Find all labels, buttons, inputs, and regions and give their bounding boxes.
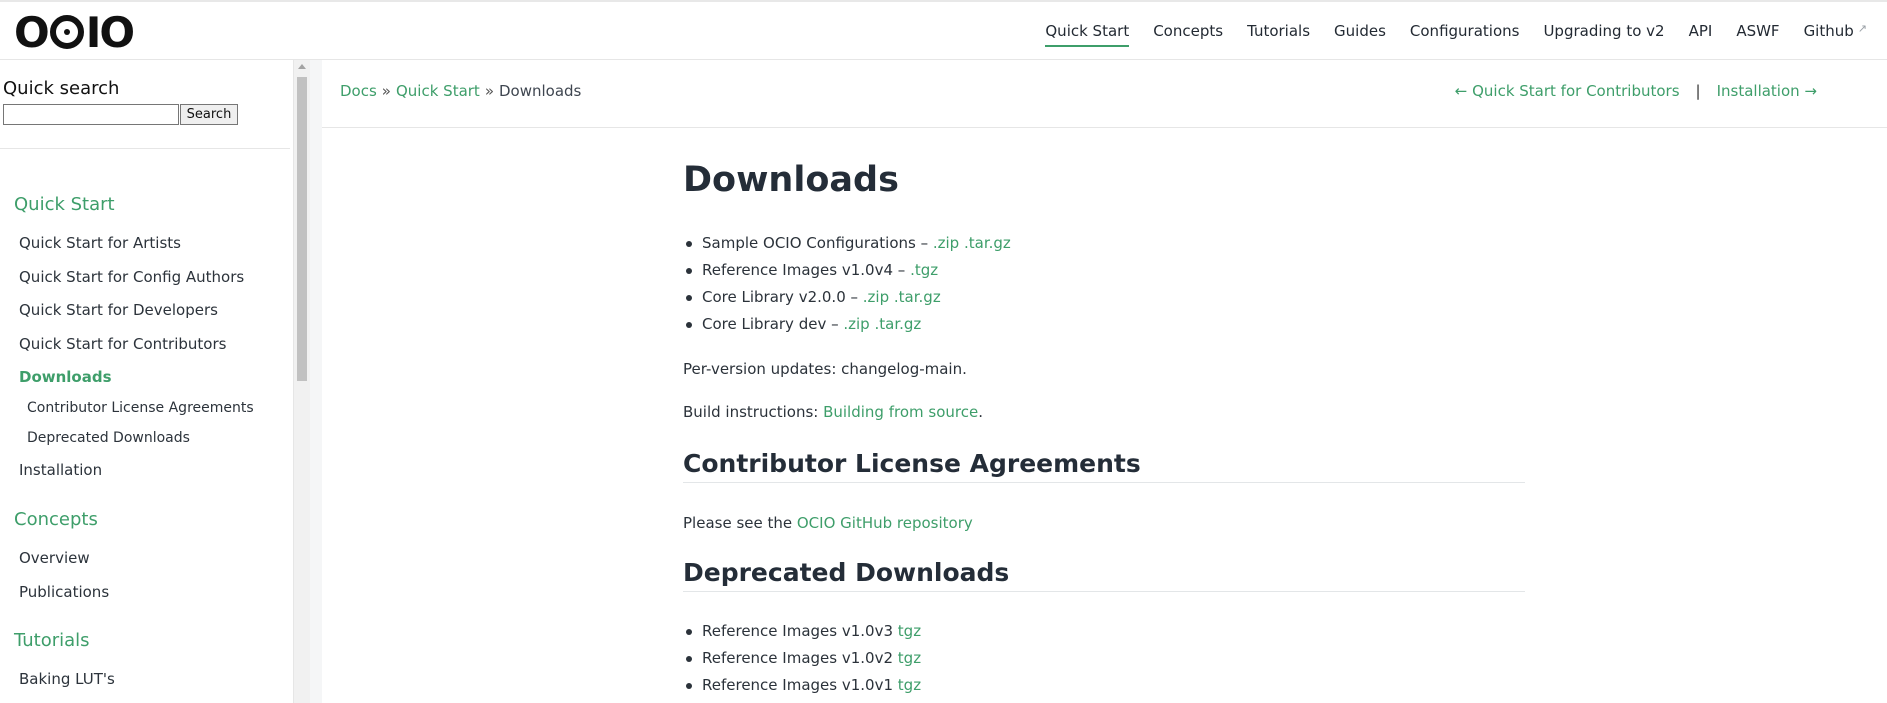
deprecated-downloads-list: Reference Images v1.0v3 tgz Reference Im… [683, 618, 921, 699]
download-zip-link[interactable]: .zip [843, 315, 869, 333]
sidebar-divider [0, 148, 290, 149]
toc-item-quick-start-developers[interactable]: Quick Start for Developers [19, 301, 218, 319]
download-targz-link[interactable]: .tar.gz [875, 315, 922, 333]
logo-mark-icon [49, 15, 84, 49]
cla-paragraph-label: Please see the [683, 514, 797, 532]
nav-tutorials[interactable]: Tutorials [1247, 22, 1310, 47]
building-from-source-link[interactable]: Building from source [823, 403, 978, 421]
breadcrumb-separator: » [484, 82, 494, 100]
logo-letter-o: O [14, 7, 50, 57]
content-rail [310, 60, 322, 703]
download-targz-link[interactable]: .tar.gz [894, 288, 941, 306]
download-tgz-link[interactable]: .tgz [910, 261, 938, 279]
toc-item-quick-start-artists[interactable]: Quick Start for Artists [19, 234, 181, 252]
list-item: Reference Images v1.0v1 tgz [683, 672, 921, 699]
toc-subitem-contributor-license-agreements[interactable]: Contributor License Agreements [27, 400, 254, 416]
breadcrumb-current: Downloads [499, 82, 582, 100]
downloads-list: Sample OCIO Configurations – .zip .tar.g… [683, 230, 1011, 338]
deprecated-tgz-link[interactable]: tgz [898, 622, 921, 640]
toc-item-downloads[interactable]: Downloads [19, 368, 112, 386]
main-nav: Quick Start Concepts Tutorials Guides Co… [1021, 22, 1867, 47]
nav-concepts[interactable]: Concepts [1153, 22, 1223, 47]
breadcrumb: Docs» Quick Start» Downloads [340, 82, 581, 100]
scroll-thumb[interactable] [297, 77, 307, 381]
list-item: Core Library v2.0.0 – .zip .tar.gz [683, 284, 1011, 311]
page-title: Downloads [683, 160, 899, 200]
scroll-up-arrow-icon[interactable] [298, 64, 306, 69]
build-instructions-suffix: . [978, 403, 983, 421]
breadcrumb-quick-start[interactable]: Quick Start [396, 82, 480, 100]
ocio-github-repository-link[interactable]: OCIO GitHub repository [797, 514, 973, 532]
toc-item-publications[interactable]: Publications [19, 583, 109, 601]
download-label: Core Library v2.0.0 – [702, 288, 863, 306]
deprecated-tgz-link[interactable]: tgz [898, 649, 921, 667]
breadcrumb-separator: » [381, 82, 391, 100]
toc-section-concepts[interactable]: Concepts [14, 509, 98, 530]
ocio-logo[interactable]: O IO [14, 8, 135, 57]
external-link-icon: ↗ [1857, 22, 1867, 35]
deprecated-label: Reference Images v1.0v3 [702, 622, 898, 640]
pager-separator: | [1695, 82, 1701, 100]
list-item: Reference Images v1.0v2 tgz [683, 645, 921, 672]
toc-item-overview[interactable]: Overview [19, 549, 90, 567]
logo-letters-io: IO [85, 7, 135, 57]
quick-search-title: Quick search [3, 78, 120, 99]
cla-paragraph: Please see the OCIO GitHub repository [683, 514, 973, 532]
nav-aswf[interactable]: ASWF [1736, 22, 1779, 47]
build-instructions-label: Build instructions: [683, 403, 824, 421]
nav-github-label: Github [1803, 22, 1854, 40]
search-button[interactable]: Search [180, 104, 238, 125]
nav-configurations[interactable]: Configurations [1410, 22, 1520, 47]
download-zip-link[interactable]: .zip [863, 288, 889, 306]
download-label: Sample OCIO Configurations – [702, 234, 933, 252]
nav-github[interactable]: Github ↗ [1804, 22, 1867, 47]
pager: ← Quick Start for Contributors | Installat… [1455, 82, 1817, 100]
nav-upgrading-to-v2[interactable]: Upgrading to v2 [1543, 22, 1664, 47]
toc-item-quick-start-config-authors[interactable]: Quick Start for Config Authors [19, 268, 244, 286]
toc-item-baking-luts[interactable]: Baking LUT's [19, 670, 115, 688]
deprecated-tgz-link[interactable]: tgz [898, 676, 921, 694]
deprecated-label: Reference Images v1.0v1 [702, 676, 898, 694]
toc-section-tutorials[interactable]: Tutorials [14, 630, 90, 651]
cla-heading: Contributor License Agreements [683, 449, 1525, 483]
sidebar: Quick search Search Quick Start Quick St… [0, 60, 293, 703]
pager-next-link[interactable]: Installation → [1717, 82, 1817, 100]
list-item: Reference Images v1.0v3 tgz [683, 618, 921, 645]
download-label: Reference Images v1.0v4 – [702, 261, 911, 279]
sidebar-scrollbar[interactable] [293, 60, 310, 703]
build-instructions: Build instructions: Building from source… [683, 403, 983, 421]
top-header: O IO Quick Start Concepts Tutorials Guide… [0, 0, 1887, 60]
toc-section-quick-start[interactable]: Quick Start [14, 194, 115, 215]
nav-quick-start[interactable]: Quick Start [1045, 22, 1130, 47]
per-version-updates: Per-version updates: changelog-main. [683, 360, 967, 378]
pager-prev-link[interactable]: ← Quick Start for Contributors [1455, 82, 1680, 100]
download-targz-link[interactable]: .tar.gz [964, 234, 1011, 252]
quick-search-input[interactable] [3, 104, 179, 125]
deprecated-label: Reference Images v1.0v2 [702, 649, 898, 667]
toc-item-quick-start-contributors[interactable]: Quick Start for Contributors [19, 335, 226, 353]
list-item: Sample OCIO Configurations – .zip .tar.g… [683, 230, 1011, 257]
nav-api[interactable]: API [1689, 22, 1713, 47]
download-zip-link[interactable]: .zip [933, 234, 959, 252]
breadcrumb-row: Docs» Quick Start» Downloads ← Quick Start… [322, 60, 1887, 128]
download-label: Core Library dev – [702, 315, 844, 333]
list-item: Core Library dev – .zip .tar.gz [683, 311, 1011, 338]
toc-item-installation[interactable]: Installation [19, 461, 102, 479]
list-item: Reference Images v1.0v4 – .tgz [683, 257, 1011, 284]
deprecated-downloads-heading: Deprecated Downloads [683, 558, 1525, 592]
toc-subitem-deprecated-downloads[interactable]: Deprecated Downloads [27, 430, 190, 446]
nav-guides[interactable]: Guides [1334, 22, 1386, 47]
breadcrumb-docs[interactable]: Docs [340, 82, 377, 100]
